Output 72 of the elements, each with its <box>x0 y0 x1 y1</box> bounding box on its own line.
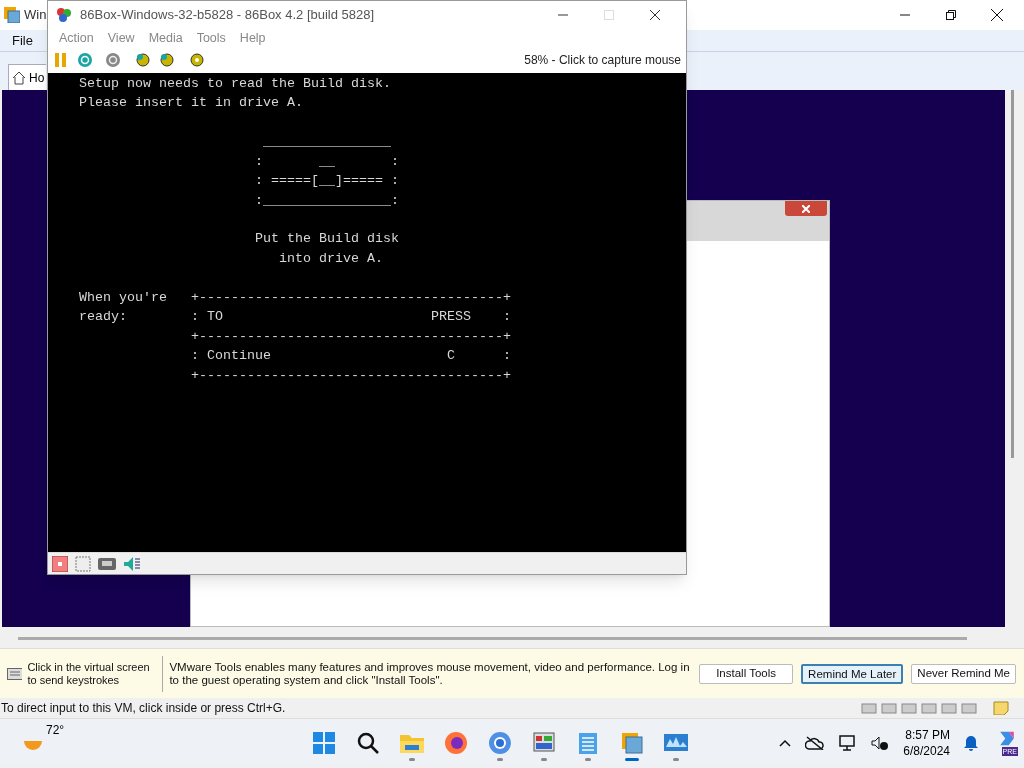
drive-icon <box>98 557 116 570</box>
close-icon <box>991 9 1003 21</box>
hint-text: Click in the virtual screen to send keystrokes <box>27 660 151 687</box>
clock-time[interactable]: 8:57 PM <box>905 726 950 743</box>
console-line: : __ : <box>253 152 399 171</box>
volume-icon[interactable] <box>871 734 890 751</box>
app-icon <box>56 6 72 23</box>
close-icon <box>650 9 660 20</box>
device-icon[interactable] <box>901 701 917 715</box>
browser-icon <box>444 730 468 755</box>
gear-button[interactable] <box>158 51 176 70</box>
window-title: 86Box-Windows-32-b5828 - 86Box 4.2 [build 5828] <box>80 5 375 24</box>
bell-icon[interactable] <box>964 734 978 751</box>
chevron-icon[interactable] <box>779 738 792 747</box>
close-button[interactable] <box>785 201 827 216</box>
console-line: +--------------------------------------+ <box>189 327 511 346</box>
menu-item[interactable]: Action <box>52 28 101 48</box>
console-line: When you're +--------------------------------------+ <box>79 288 511 307</box>
power-button[interactable] <box>104 51 122 70</box>
console-line: Setup now needs to read the Build disk. <box>79 74 391 93</box>
keyboard-icon <box>7 667 23 680</box>
message-text: VMware Tools enables many features and improves mouse movement, video and performance. Log in to the guest operating system and click "Install Tools". <box>169 660 691 687</box>
search-icon <box>356 730 380 755</box>
console-line: : Continue C : <box>189 347 511 366</box>
console-line: :________________: <box>253 191 399 210</box>
gear-button[interactable] <box>134 51 152 70</box>
device-icon[interactable] <box>961 701 977 715</box>
menu-item[interactable]: Media <box>141 28 190 48</box>
reset-button[interactable] <box>76 51 94 70</box>
console-line: +--------------------------------------+ <box>189 366 511 385</box>
clock-date[interactable]: 6/8/2024 <box>903 742 950 759</box>
console-line: ________________ <box>261 133 391 152</box>
restore-icon <box>946 10 956 20</box>
home-icon <box>12 70 26 85</box>
console-line: ready: : TO PRESS : <box>79 308 511 327</box>
device-icon[interactable] <box>881 701 897 715</box>
home-tab[interactable]: Ho <box>8 64 46 90</box>
notepad-icon <box>577 730 599 755</box>
app-icon <box>4 7 20 23</box>
gear-button[interactable] <box>188 51 206 70</box>
close-icon <box>802 204 810 213</box>
console-line: : =====[__]===== : <box>253 172 399 191</box>
status-text: 58% - Click to capture mouse <box>524 52 682 70</box>
network-icon[interactable] <box>839 734 858 751</box>
window-title: Win <box>24 6 47 25</box>
menu-item[interactable]: Help <box>232 28 273 48</box>
app-icon <box>532 730 556 755</box>
action-button[interactable]: Remind Me Later <box>801 663 904 684</box>
console-line: into drive A. <box>277 249 383 268</box>
speaker-icon <box>123 555 141 572</box>
menu-item[interactable]: View <box>100 28 142 48</box>
status-text: To direct input to this VM, click inside or press Ctrl+G. <box>1 700 286 717</box>
note-icon[interactable] <box>993 701 1009 715</box>
scrollbar[interactable] <box>18 636 967 640</box>
device-icon[interactable] <box>921 701 937 715</box>
vm-icon <box>620 730 644 755</box>
temperature-text: 72° <box>46 721 65 739</box>
device-icon[interactable] <box>941 701 957 715</box>
monitor-icon <box>663 731 689 754</box>
scrollbar[interactable] <box>1011 90 1014 458</box>
menu-item[interactable]: File <box>8 30 37 51</box>
console-line: Please insert it in drive A. <box>79 94 303 113</box>
menu-item[interactable]: Tools <box>189 28 233 48</box>
action-button[interactable]: Install Tools <box>699 663 794 684</box>
device-icon[interactable] <box>861 701 877 715</box>
start-icon <box>312 730 336 755</box>
floppy-icon <box>52 555 68 572</box>
action-button[interactable]: Never Remind Me <box>911 663 1016 684</box>
browser-icon <box>488 730 512 755</box>
cloud-icon[interactable] <box>805 735 826 750</box>
maximize-icon <box>604 9 614 20</box>
console-line: Put the Build disk <box>253 230 399 249</box>
